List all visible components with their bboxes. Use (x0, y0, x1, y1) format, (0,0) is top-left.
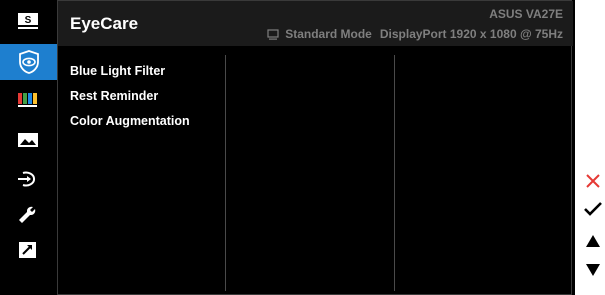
monitor-icon (267, 28, 279, 40)
svg-text:S: S (25, 15, 32, 26)
up-arrow-icon (586, 235, 600, 247)
page-title: EyeCare (70, 14, 139, 33)
sidebar-item-eyecare[interactable] (0, 44, 57, 80)
down-arrow-icon (586, 264, 600, 276)
eye-icon (18, 50, 39, 74)
check-icon (584, 202, 602, 216)
model-name: ASUS VA27E (489, 7, 563, 21)
input-signal-label: DisplayPort 1920 x 1080 @ 75Hz (379, 27, 563, 41)
mode-label: Standard Mode (285, 27, 372, 41)
header-bar: EyeCare ASUS VA27E Standard Mode Display… (58, 1, 573, 46)
image-icon (18, 133, 38, 147)
sidebar-item-shortcut[interactable] (8, 232, 48, 268)
wrench-icon (19, 206, 36, 223)
column-divider (225, 55, 226, 291)
sidebar-item-system-setup[interactable] (8, 197, 48, 233)
up-button[interactable] (581, 229, 605, 253)
osd-window: S EyeCare ASUS VA27E Standard Mode Displ… (0, 0, 575, 295)
sidebar: S (0, 0, 57, 295)
shortcut-icon (19, 242, 36, 258)
sidebar-item-image[interactable] (8, 122, 48, 158)
menu-item-color-augmentation[interactable]: Color Augmentation (70, 114, 190, 139)
sidebar-item-splendid[interactable]: S (8, 3, 48, 39)
sidebar-item-color[interactable] (8, 82, 48, 118)
status-line: Standard Mode DisplayPort 1920 x 1080 @ … (267, 27, 563, 41)
sidebar-item-input[interactable] (8, 161, 48, 197)
splendid-icon: S (18, 13, 38, 29)
menu-item-rest-reminder[interactable]: Rest Reminder (70, 89, 190, 114)
input-select-icon (18, 171, 36, 187)
eyecare-menu: Blue Light Filter Rest Reminder Color Au… (70, 64, 190, 139)
close-icon (586, 174, 600, 188)
confirm-button[interactable] (581, 197, 605, 221)
column-divider (394, 55, 395, 291)
color-bars-icon (18, 93, 37, 107)
main-panel: EyeCare ASUS VA27E Standard Mode Display… (57, 0, 573, 295)
down-button[interactable] (581, 258, 605, 282)
menu-item-blue-light-filter[interactable]: Blue Light Filter (70, 64, 190, 89)
close-button[interactable] (581, 169, 605, 193)
